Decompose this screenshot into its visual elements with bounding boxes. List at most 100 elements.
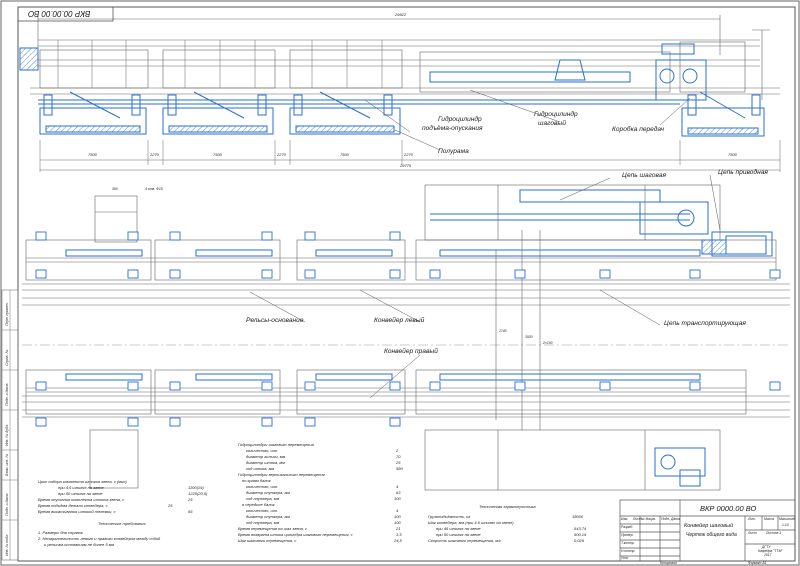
spec-key: ход штока, мм [246,466,275,471]
spec-key: диаметр плунжера, мм [246,514,290,519]
note-line: при 50 шпилях на звене [58,491,103,496]
format-label: Формат А1 [748,561,767,565]
role-utv: Утв. [621,556,629,560]
hydro-specs: Гидроцилиндры шагового перемещения колич… [238,443,408,561]
note-value: 65 [188,509,193,514]
role-sign: Подп. [661,517,671,521]
detail-dim-1: 360 [112,187,118,191]
note-value: 25 [168,503,173,508]
spec-value: 24,5 [394,538,402,543]
label-conveyor-right: Конвейер правый [384,348,438,355]
label-step-chain: Цепь шаговая [622,172,667,179]
role-nkontr: Н.контр. [621,549,636,553]
side-strip-2: Справ. № [5,349,9,366]
title-sheets: Листов 1 [766,531,782,535]
vdim-3: 2×100 [543,341,553,345]
role-tkontr: Т.контр. [621,541,635,545]
dim-b3: 7500 [213,152,222,157]
label-hydro-step-2: шаговый [538,120,566,127]
label-hydro-step-1: Гидроцилиндр [534,111,578,118]
spec-value: 100 [394,496,401,501]
char-value: 0,026 [574,538,585,543]
title-mass: Масса [764,517,775,521]
spec-value: 100 [394,514,401,519]
spec-value: 63 [396,490,401,495]
spec-key: диаметр штока, мм [246,460,285,465]
char-key: при 46 шпилях на звене [436,526,481,531]
side-strip-7: Инв. № подл. [5,533,9,556]
spec-value: 70 [396,454,401,459]
char-title: Техническая характеристика [479,504,536,509]
note-value: 1100(19) [188,485,204,490]
spec-value: 4 [396,508,399,513]
title-lit: Лит. [748,517,756,521]
dim-b4: 2270 [277,152,286,157]
title-sheet: Лист [748,531,757,535]
note-value: 25 [188,497,193,502]
char-key: Скорость шагового перемещения, м/с [428,538,502,543]
title-mass-scale: 1:10 [782,523,789,527]
spec-key: количество, шт. [246,484,279,489]
role-izm: Изм. [621,517,629,521]
title-block-code: ВКР 0000.00 ВО [700,504,757,513]
label-rails: Рельсы-основание [246,317,304,324]
spec-value: 3,5 [396,532,402,537]
title-block-name-2: Чертеж общего вида [686,532,737,538]
dim-b7: 7500 [728,152,737,157]
role-doc: № докум. [641,517,656,521]
label-hydro-lift-2: подъёма-опускания [422,125,483,132]
label-gearbox: Коробка передач [612,126,665,133]
spec-value: 25 [396,460,401,465]
note-line: при 4,6 шпилях на звене [58,485,104,490]
spec-key: ход плунжера, мм [246,520,280,525]
characteristics: Техническая характеристика Грузоподъёмно… [424,505,604,555]
spec-key: количество, шт. [246,448,279,453]
note-line: Время выкатывания штокой тележки, с [38,509,116,514]
spec-key: диаметр гильзы, мм [246,454,286,459]
title-block-name-1: Конвейер шаговый [684,523,734,529]
spec-key: Гидроцилиндры шагового перемещения [238,442,314,447]
spec-value: 21 [396,526,401,531]
role-razrab: Разраб. [621,525,634,529]
dim-b5: 7500 [340,152,349,157]
tech-note: 1. Размеры для справок [38,530,83,535]
label-transport-chain: Цепь транспортирующая [664,320,746,327]
spec-key: Шаг шагового перемещения, с [238,538,297,543]
side-strip-6: Подп. и дата [5,493,9,517]
title-scale: Масштаб [779,517,795,521]
note-line: Цикл набора комплекта штоков звена, с (м… [38,479,127,484]
tech-note: 2. Непараллельность левого и правого кон… [38,536,161,541]
label-drive-chain: Цепь приводная [718,169,768,176]
detail-dim-2: 4 отв. Ф18 [145,187,163,191]
char-value: 18000 [572,514,584,519]
note-line: Время подъёма детали конвейера, с [38,503,108,508]
dim-total: 29775 [400,163,412,168]
char-key: Грузоподъёмность, кг [428,514,471,519]
spec-key: Гидроцилиндры вертикального перемещения [238,472,325,477]
char-key: при 50 шпилях на звене [436,532,481,537]
side-strip-3: Подп. и дата [5,383,9,407]
title-org-3: 2017 [764,553,772,557]
tech-title: Технические требования [98,521,146,526]
label-conveyor-left: Конвейер левый [374,317,425,324]
label-half-frame: Полурама [438,148,469,155]
spec-value: 4 [396,484,399,489]
note-value: 1225(20,5) [188,491,208,496]
char-value: 500,19 [574,532,587,537]
dim-b1: 7500 [88,152,97,157]
spec-key: ход плунжера, мм [246,496,280,501]
dim-b6: 2270 [404,152,413,157]
char-value: 543,74 [574,526,587,531]
note-line: Время опускания комплекта штоков звена, … [38,497,125,502]
spec-key: Время возврата штока цилиндра шагового п… [238,532,353,537]
char-key: Шаг конвейера, мм (при 4,6 шпилях на зве… [428,520,514,525]
vdim-1: 1740 [499,329,507,333]
label-hydro-lift-1: Гидроцилиндр [438,116,482,123]
tech-note: и рельсам-основаниям не более 5 мм [44,542,115,547]
role-prover: Провер. [621,533,634,537]
copied-label: Копировал [660,561,677,565]
side-strip-4: Инв. № дубл. [5,423,9,446]
side-strip-5: Взам. инв. № [5,453,9,476]
spec-key: по краям балок [242,478,271,483]
overall-dimension: 29922 [395,12,407,17]
